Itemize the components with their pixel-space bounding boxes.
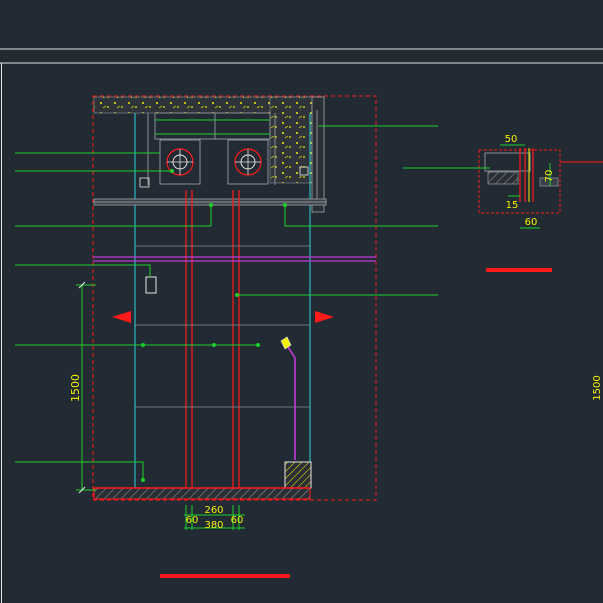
- arrow-left: [112, 311, 131, 323]
- main-title-underline: [160, 574, 290, 578]
- dim-center-span: 260: [204, 505, 223, 516]
- cad-drawing: 1500 260 60 60 380 50 70 15 60 1500: [0, 48, 603, 603]
- detail-title-underline: [486, 268, 552, 272]
- leader-lines: [15, 125, 438, 480]
- ceiling-track: [147, 112, 276, 185]
- detail-dim-top: 50: [505, 134, 518, 145]
- leader-dots: [141, 169, 287, 482]
- dim-overall: 380: [204, 520, 223, 531]
- pulley-right: [227, 139, 269, 185]
- main-section-view: 1500 260 60 60 380: [15, 95, 438, 578]
- vertical-dimension-label: 1500: [69, 374, 82, 402]
- pulley-left: [159, 139, 201, 185]
- base-block: [284, 461, 312, 489]
- door-panels: [185, 190, 240, 488]
- detail-dim-small: 15: [506, 200, 519, 211]
- detail-dim-bottom: 60: [525, 217, 538, 228]
- switch-box: [145, 276, 157, 294]
- panel-joints: [135, 245, 310, 408]
- faucet-fixture: [280, 336, 296, 460]
- detail-view: 50 70 15 60: [403, 134, 603, 272]
- floor-slab: [93, 487, 311, 500]
- arrow-right: [315, 311, 334, 323]
- beam-concrete: [269, 96, 313, 184]
- cut-off-dimension-label: 1500: [592, 375, 603, 400]
- dim-left-offset: 60: [186, 515, 199, 526]
- detail-dim-side: 70: [544, 170, 555, 183]
- wall-section: [311, 96, 325, 213]
- dim-right-offset: 60: [231, 515, 244, 526]
